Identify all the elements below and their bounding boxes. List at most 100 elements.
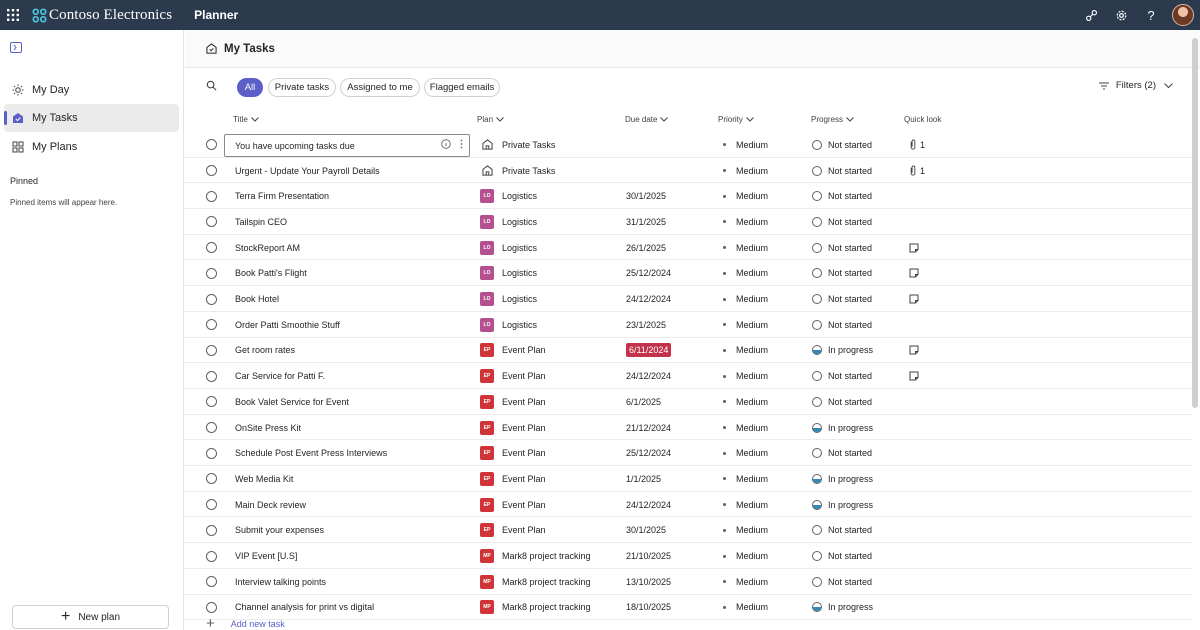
task-due-date[interactable]: 26/1/2025 [626, 235, 666, 261]
filters-button[interactable]: Filters (2) [1098, 80, 1173, 91]
task-priority[interactable]: Medium [723, 235, 768, 261]
task-progress[interactable]: In progress [812, 595, 873, 621]
task-quick-look[interactable] [909, 338, 919, 364]
task-due-date[interactable]: 18/10/2025 [626, 595, 671, 621]
task-due-date[interactable]: 1/1/2025 [626, 466, 661, 492]
app-launcher-icon[interactable] [0, 0, 26, 30]
task-plan[interactable]: EP Event Plan [480, 338, 546, 364]
task-plan[interactable]: LO Logistics [480, 235, 537, 261]
task-quick-look[interactable]: 1 [909, 132, 925, 158]
task-plan[interactable]: EP Event Plan [480, 389, 546, 415]
task-progress[interactable]: Not started [812, 183, 872, 209]
column-header-plan[interactable]: Plan [477, 115, 504, 124]
task-plan[interactable]: LO Logistics [480, 183, 537, 209]
task-progress[interactable]: Not started [812, 261, 872, 287]
task-due-date[interactable]: 24/12/2024 [626, 363, 671, 389]
complete-task-checkbox[interactable] [206, 132, 218, 158]
task-row[interactable]: Interview talking points MP Mark8 project … [185, 569, 1192, 595]
complete-task-checkbox[interactable] [206, 569, 218, 595]
pill-all[interactable]: All [237, 78, 263, 97]
pill-assigned-to-me[interactable]: Assigned to me [340, 78, 420, 97]
task-progress[interactable]: Not started [812, 132, 872, 158]
task-row[interactable]: Book Patti's Flight LO Logistics 25/12/2024… [185, 261, 1192, 287]
complete-task-checkbox[interactable] [206, 338, 218, 364]
task-due-date[interactable]: 25/12/2024 [626, 261, 671, 287]
task-quick-look[interactable]: 1 [909, 158, 925, 184]
task-due-date[interactable]: 25/12/2024 [626, 440, 671, 466]
task-plan[interactable]: Private Tasks [480, 132, 555, 158]
task-title[interactable]: Urgent - Update Your Payroll Details [235, 158, 380, 184]
task-quick-look[interactable] [909, 235, 919, 261]
task-quick-look[interactable] [909, 261, 919, 287]
task-row[interactable]: OnSite Press Kit EP Event Plan 21/12/2024 Me… [185, 415, 1192, 441]
task-plan[interactable]: LO Logistics [480, 286, 537, 312]
task-priority[interactable]: Medium [723, 363, 768, 389]
task-due-date[interactable]: 23/1/2025 [626, 312, 666, 338]
task-due-date[interactable]: 13/10/2025 [626, 569, 671, 595]
task-quick-look[interactable] [909, 363, 919, 389]
info-icon[interactable] [441, 139, 451, 149]
share-link-icon[interactable] [1076, 0, 1106, 30]
task-title[interactable]: Interview talking points [235, 569, 326, 595]
column-header-progress[interactable]: Progress [811, 115, 854, 124]
complete-task-checkbox[interactable] [206, 312, 218, 338]
task-priority[interactable]: Medium [723, 209, 768, 235]
complete-task-checkbox[interactable] [206, 440, 218, 466]
column-header-priority[interactable]: Priority [718, 115, 754, 124]
complete-task-checkbox[interactable] [206, 261, 218, 287]
complete-task-checkbox[interactable] [206, 466, 218, 492]
task-due-date[interactable]: 30/1/2025 [626, 183, 666, 209]
task-due-date[interactable]: 31/1/2025 [626, 209, 666, 235]
column-header-due-date[interactable]: Due date [625, 115, 669, 124]
task-row[interactable]: Book Valet Service for Event EP Event Plan… [185, 389, 1192, 415]
task-due-date[interactable]: 30/1/2025 [626, 518, 666, 544]
task-plan[interactable]: Private Tasks [480, 158, 555, 184]
task-row[interactable]: Car Service for Patti F. EP Event Plan 24/1… [185, 363, 1192, 389]
task-priority[interactable]: Medium [723, 492, 768, 518]
task-plan[interactable]: EP Event Plan [480, 466, 546, 492]
task-priority[interactable]: Medium [723, 569, 768, 595]
task-due-date[interactable]: 24/12/2024 [626, 286, 671, 312]
task-progress[interactable]: In progress [812, 466, 873, 492]
task-title[interactable]: Book Patti's Flight [235, 261, 307, 287]
task-title[interactable]: VIP Event [U.S] [235, 543, 297, 569]
task-title[interactable]: Book Valet Service for Event [235, 389, 349, 415]
complete-task-checkbox[interactable] [206, 235, 218, 261]
add-new-task-button[interactable]: + Add new task [206, 616, 285, 630]
task-title[interactable]: StockReport AM [235, 235, 300, 261]
task-progress[interactable]: In progress [812, 338, 873, 364]
task-priority[interactable]: Medium [723, 338, 768, 364]
search-icon[interactable] [206, 80, 217, 91]
complete-task-checkbox[interactable] [206, 286, 218, 312]
task-progress[interactable]: Not started [812, 235, 872, 261]
task-progress[interactable]: Not started [812, 363, 872, 389]
task-due-date[interactable]: 21/10/2025 [626, 543, 671, 569]
task-quick-look[interactable] [909, 286, 919, 312]
task-plan[interactable]: EP Event Plan [480, 492, 546, 518]
settings-gear-icon[interactable] [1106, 0, 1136, 30]
task-progress[interactable]: Not started [812, 440, 872, 466]
task-row[interactable]: Book Hotel LO Logistics 24/12/2024 Medium Not… [185, 286, 1192, 312]
task-title[interactable]: Submit your expenses [235, 518, 324, 544]
complete-task-checkbox[interactable] [206, 183, 218, 209]
task-title[interactable]: Web Media Kit [235, 466, 293, 492]
task-progress[interactable]: Not started [812, 569, 872, 595]
task-title[interactable]: OnSite Press Kit [235, 415, 301, 441]
task-priority[interactable]: Medium [723, 132, 768, 158]
task-priority[interactable]: Medium [723, 518, 768, 544]
task-priority[interactable]: Medium [723, 312, 768, 338]
task-priority[interactable]: Medium [723, 261, 768, 287]
task-progress[interactable]: Not started [812, 518, 872, 544]
task-plan[interactable]: LO Logistics [480, 312, 537, 338]
help-icon[interactable]: ? [1136, 0, 1166, 30]
task-plan[interactable]: EP Event Plan [480, 363, 546, 389]
user-avatar[interactable] [1172, 4, 1194, 26]
task-row[interactable]: Terra Firm Presentation LO Logistics 30/1/2… [185, 183, 1192, 210]
complete-task-checkbox[interactable] [206, 209, 218, 235]
more-options-icon[interactable] [460, 139, 463, 149]
nav-my-day[interactable]: My Day [4, 76, 179, 104]
task-progress[interactable]: Not started [812, 209, 872, 235]
task-plan[interactable]: MP Mark8 project tracking [480, 595, 591, 621]
complete-task-checkbox[interactable] [206, 363, 218, 389]
task-title[interactable]: Tailspin CEO [235, 209, 287, 235]
